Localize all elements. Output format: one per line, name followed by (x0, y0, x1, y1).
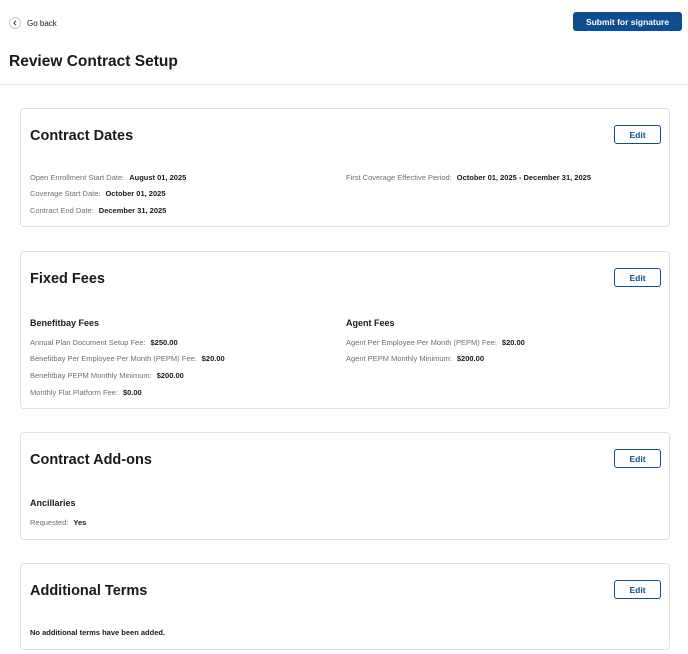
field-label: Agent Per Employee Per Month (PEPM) Fee: (346, 338, 497, 347)
ancillaries-requested: Requested: Yes (30, 518, 86, 527)
field-value: $0.00 (122, 388, 142, 397)
additional-terms-title: Additional Terms (30, 583, 148, 599)
field-value: $200.00 (156, 371, 184, 380)
field-value: October 01, 2025 (105, 189, 166, 198)
additional-terms-card: Additional Terms Edit No additional term… (20, 563, 670, 650)
header-divider (0, 84, 688, 85)
contract-addons-card: Contract Add-ons Edit Ancillaries Reques… (20, 432, 670, 540)
field-label: Agent PEPM Monthly Minimum: (346, 354, 452, 363)
agent-pepm-fee: Agent Per Employee Per Month (PEPM) Fee:… (346, 338, 525, 347)
edit-contract-addons-button[interactable]: Edit (614, 449, 661, 468)
go-back-label: Go back (27, 18, 57, 28)
go-back-link[interactable]: Go back (9, 17, 57, 29)
annual-plan-document-setup-fee: Annual Plan Document Setup Fee: $250.00 (30, 338, 178, 347)
contract-end-date: Contract End Date: December 31, 2025 (30, 206, 166, 215)
field-label: Requested: (30, 518, 69, 527)
fixed-fees-title: Fixed Fees (30, 271, 105, 287)
benefitbay-pepm-fee: Benefitbay Per Employee Per Month (PEPM)… (30, 354, 225, 363)
field-value: $200.00 (456, 354, 484, 363)
field-label: Open Enrollment Start Date: (30, 173, 125, 182)
field-label: Monthly Flat Platform Fee: (30, 388, 118, 397)
field-value: December 31, 2025 (98, 206, 167, 215)
benefitbay-fees-heading: Benefitbay Fees (30, 318, 100, 328)
field-value: October 01, 2025 - December 31, 2025 (456, 173, 591, 182)
contract-dates-title: Contract Dates (30, 128, 134, 144)
field-label: Coverage Start Date: (30, 189, 101, 198)
edit-additional-terms-button[interactable]: Edit (614, 580, 661, 599)
field-label: Contract End Date: (30, 206, 94, 215)
open-enrollment-start-date: Open Enrollment Start Date: August 01, 20… (30, 173, 186, 182)
contract-addons-title: Contract Add-ons (30, 452, 152, 468)
field-label: Annual Plan Document Setup Fee: (30, 338, 146, 347)
submit-for-signature-button[interactable]: Submit for signature (573, 12, 682, 31)
field-label: First Coverage Effective Period: (346, 173, 452, 182)
first-coverage-effective-period: First Coverage Effective Period: October … (346, 173, 591, 182)
no-additional-terms-note: No additional terms have been added. (30, 628, 166, 637)
agent-fees-heading: Agent Fees (346, 318, 395, 328)
field-label: Benefitbay Per Employee Per Month (PEPM)… (30, 354, 197, 363)
field-value: Yes (73, 518, 87, 527)
field-label: Benefitbay PEPM Monthly Minimum: (30, 371, 152, 380)
benefitbay-pepm-monthly-minimum: Benefitbay PEPM Monthly Minimum: $200.00 (30, 371, 184, 380)
chevron-left-icon (9, 17, 21, 29)
field-value: $250.00 (150, 338, 178, 347)
page-title: Review Contract Setup (9, 53, 178, 70)
ancillaries-heading: Ancillaries (30, 498, 76, 508)
coverage-start-date: Coverage Start Date: October 01, 2025 (30, 189, 166, 198)
contract-dates-card: Contract Dates Edit Open Enrollment Star… (20, 108, 670, 227)
edit-contract-dates-button[interactable]: Edit (614, 125, 661, 144)
agent-pepm-monthly-minimum: Agent PEPM Monthly Minimum: $200.00 (346, 354, 484, 363)
field-value: $20.00 (501, 338, 525, 347)
field-value: August 01, 2025 (129, 173, 187, 182)
top-bar: Go back Submit for signature (0, 0, 688, 44)
edit-fixed-fees-button[interactable]: Edit (614, 268, 661, 287)
field-value: $20.00 (201, 354, 225, 363)
monthly-flat-platform-fee: Monthly Flat Platform Fee: $0.00 (30, 388, 142, 397)
fixed-fees-card: Fixed Fees Edit Benefitbay Fees Annual P… (20, 251, 670, 409)
